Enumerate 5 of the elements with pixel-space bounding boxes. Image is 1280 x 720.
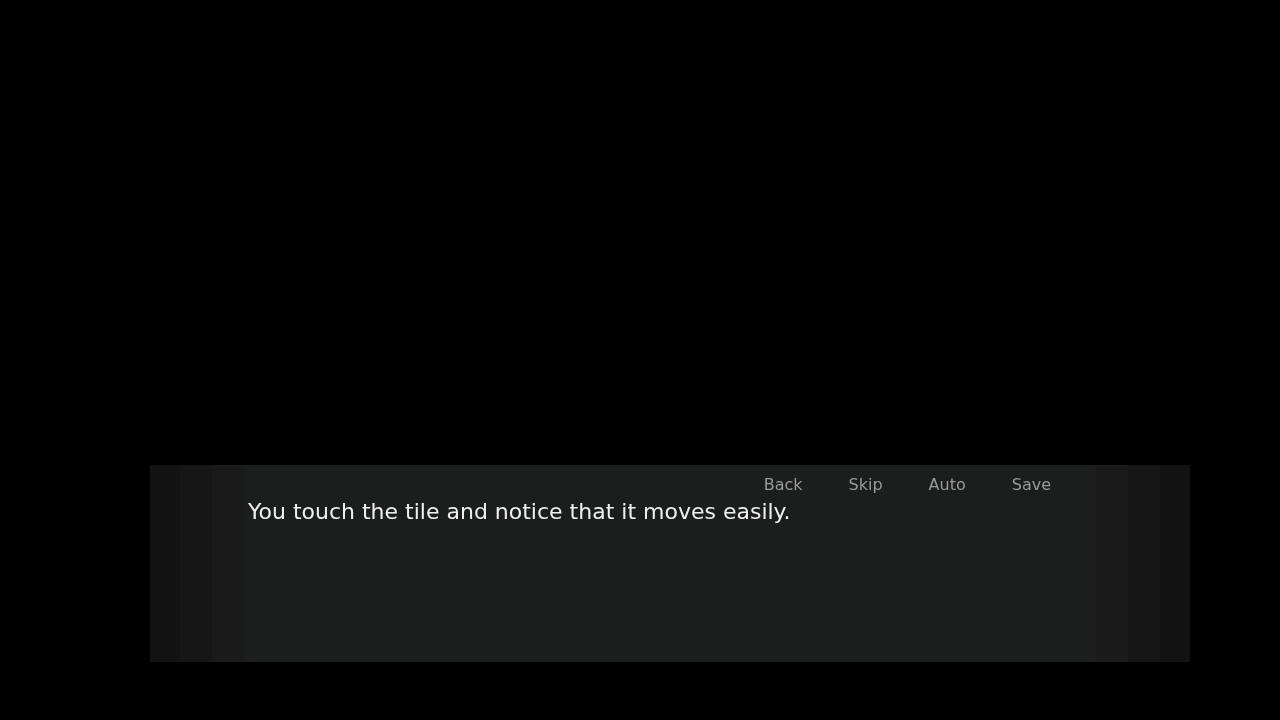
quick-menu-button[interactable]: Save xyxy=(988,475,1074,495)
quick-menu-button[interactable]: Auto xyxy=(905,475,989,495)
quick-menu-button[interactable]: Skip xyxy=(825,475,906,495)
dialogue-text: You touch the tile and notice that it moves easily. xyxy=(247,498,791,526)
quick-menu-button[interactable]: Back xyxy=(740,475,826,495)
